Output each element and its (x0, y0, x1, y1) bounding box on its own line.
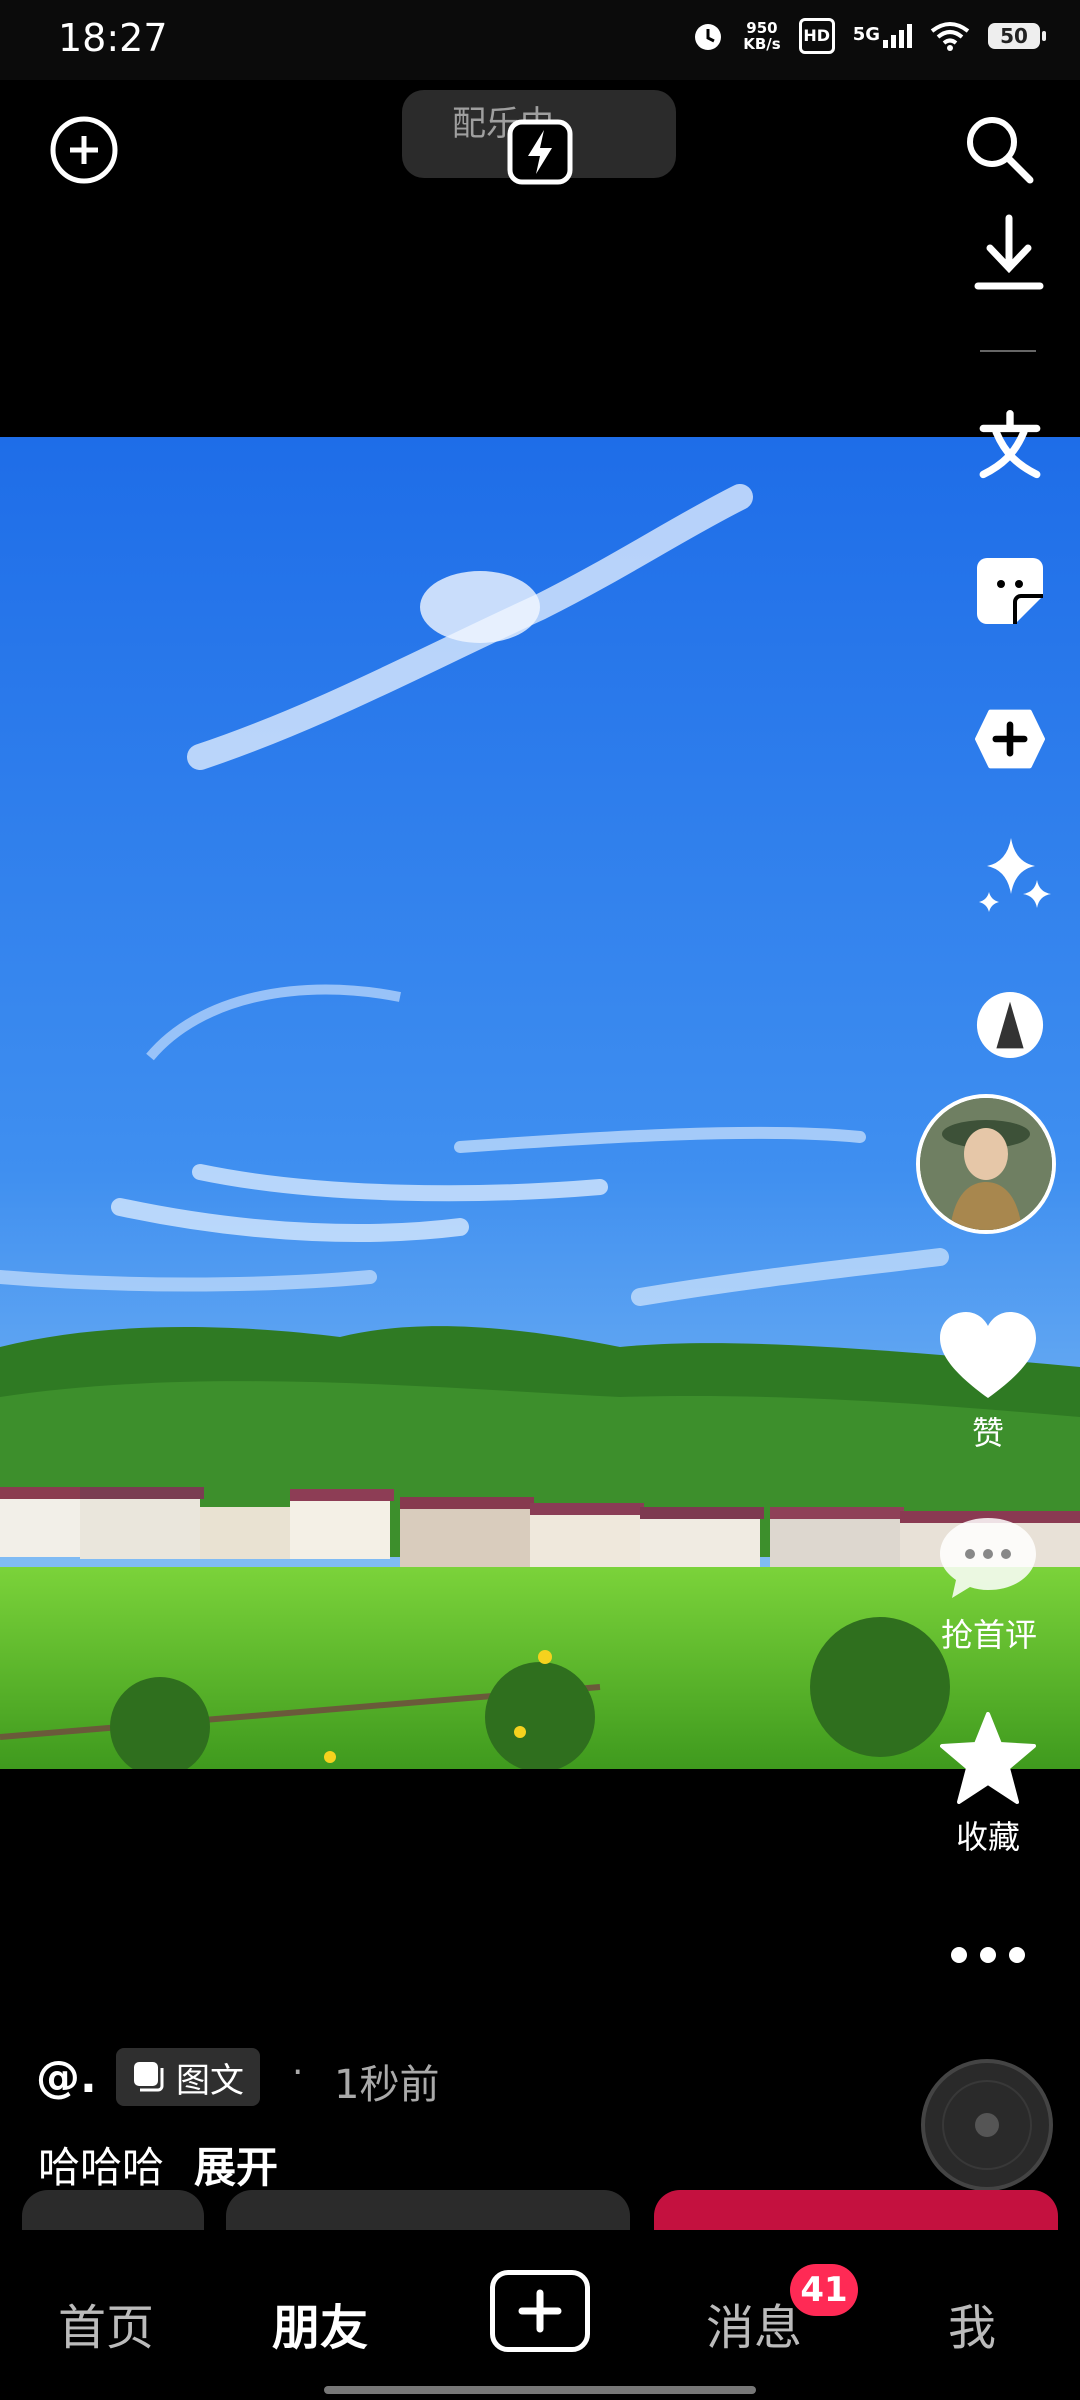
post-type-tag: 图文 (116, 2048, 260, 2106)
author-avatar[interactable] (916, 1094, 1056, 1234)
favorite-label: 收藏 (955, 1818, 1020, 1856)
home-indicator[interactable] (324, 2386, 756, 2394)
meta-separator: · (292, 2052, 304, 2093)
post-type-label: 图文 (176, 2060, 244, 2101)
like-label: 赞 (971, 1414, 1004, 1452)
nav-me[interactable]: 我 (948, 2288, 996, 2358)
comment-label: 抢首评 (940, 1616, 1037, 1654)
status-icons: 950 KB/s HD 5G 50 (691, 18, 1046, 54)
battery-icon: 50 (988, 23, 1046, 49)
wifi-icon (930, 22, 970, 51)
hd-icon: HD (798, 18, 835, 54)
add-circle-icon[interactable] (48, 114, 120, 186)
create-button[interactable] (490, 2270, 590, 2352)
more-icon[interactable] (948, 1944, 1028, 1966)
alarm-icon (695, 24, 722, 50)
status-time: 18:27 (58, 16, 168, 60)
sticker-icon[interactable] (975, 556, 1045, 626)
music-disc-icon[interactable] (920, 2058, 1054, 2192)
signal-5g: 5G (853, 24, 912, 48)
flash-icon[interactable] (506, 118, 574, 186)
expand-link[interactable]: 展开 (194, 2143, 278, 2192)
net-speed-value: 950 (746, 19, 778, 37)
post-caption: 哈哈哈 展开 (38, 2134, 278, 2195)
filter-icon[interactable] (975, 990, 1045, 1060)
status-bar: 18:27 950 KB/s HD 5G 50 (0, 0, 1080, 80)
download-icon[interactable] (972, 212, 1046, 296)
effects-icon[interactable] (975, 704, 1045, 774)
post-image[interactable] (0, 437, 1080, 1769)
net-speed: 950 KB/s (743, 20, 780, 52)
gallery-icon (134, 2062, 164, 2092)
caption-text: 哈哈哈 (38, 2143, 165, 2192)
heart-icon[interactable] (940, 1312, 1036, 1402)
star-icon[interactable] (940, 1712, 1036, 1804)
nav-messages[interactable]: 消息 (706, 2288, 802, 2358)
network-type: 5G (852, 24, 880, 45)
plus-icon (518, 2289, 562, 2333)
text-icon[interactable] (975, 410, 1045, 480)
messages-badge: 41 (790, 2264, 858, 2316)
sparkle-icon[interactable] (975, 838, 1055, 918)
nav-home[interactable]: 首页 (58, 2288, 154, 2358)
post-time: 1秒前 (334, 2062, 440, 2108)
search-icon[interactable] (962, 112, 1036, 186)
comment-icon[interactable] (938, 1514, 1038, 1602)
nav-friends[interactable]: 朋友 (272, 2288, 368, 2358)
net-speed-unit: KB/s (743, 35, 781, 53)
divider (980, 350, 1036, 352)
author-handle[interactable]: @. (36, 2052, 97, 2103)
